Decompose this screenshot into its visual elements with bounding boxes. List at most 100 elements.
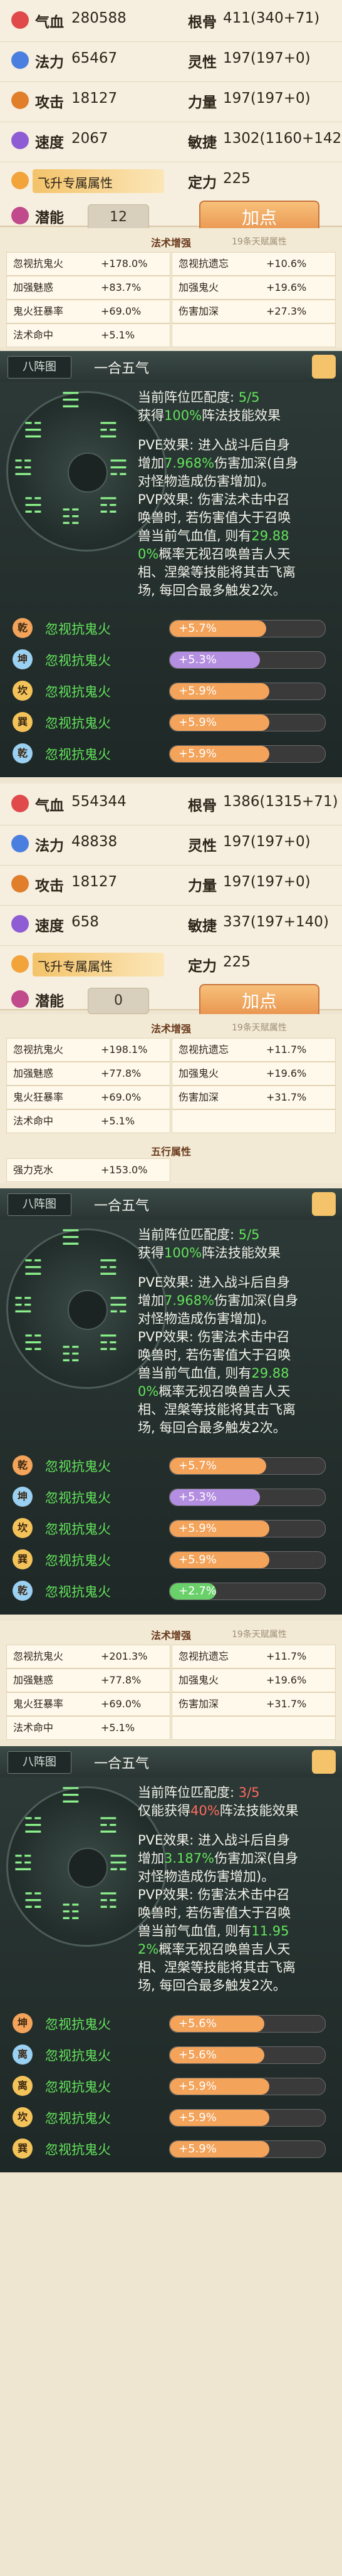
slot-attribute: 忽视抗鬼火 <box>45 2017 111 2032</box>
formation-effects: 当前阵位匹配度: 5/5 获得100%阵法技能效果 PVE效果: 进入战斗后自身 增加… <box>138 389 338 600</box>
formation-slot[interactable]: 离忽视抗鬼火 +5.6% <box>0 2041 342 2068</box>
pvp-line: 唤兽时, 若伤害值大于召唤 <box>138 1905 291 1920</box>
share-icon[interactable] <box>312 1750 336 1774</box>
stat-value: 554344 <box>71 793 127 810</box>
position-badge: 乾 <box>13 618 33 638</box>
formation-slot[interactable]: 坎忽视抗鬼火 +5.9% <box>0 677 342 704</box>
formation-name: 一合五气 <box>94 1756 150 1772</box>
pve-line: 对怪物造成伤害增加)。 <box>138 1869 275 1884</box>
slot-attribute: 忽视抗鬼火 <box>45 653 111 668</box>
formation-slot[interactable]: 乾忽视抗鬼火 +5.7% <box>0 1452 342 1479</box>
ascension-label: 飞升专属属性 <box>38 959 113 974</box>
position-badge: 坎 <box>13 1518 33 1538</box>
match-part: 当前阵位匹配度: <box>138 390 239 405</box>
boost-name: 法术命中 <box>13 1722 54 1734</box>
boost-cell <box>172 1109 336 1133</box>
position-badge: 巽 <box>13 1549 33 1569</box>
boost-name: 法术命中 <box>13 329 54 341</box>
trigram-icon: ☳ <box>13 1851 33 1876</box>
pvp-line: 2%概率无视召唤兽吉人天 <box>138 1940 338 1959</box>
boost-value: +198.1% <box>101 1044 148 1055</box>
trigram-icon: ☲ <box>98 1813 118 1838</box>
stat-label: 定力 <box>188 175 217 191</box>
boost-cell: 忽视抗遗忘 +11.7% <box>172 1645 336 1668</box>
match-line: 当前阵位匹配度: 5/5 <box>138 1226 338 1244</box>
share-icon[interactable] <box>312 1192 336 1216</box>
formation-slot[interactable]: 坎忽视抗鬼火 +5.9% <box>0 2103 342 2131</box>
boost-cell: 忽视抗遗忘 +11.7% <box>172 1038 336 1062</box>
formation-tab[interactable]: 八阵图 <box>8 356 71 379</box>
trigram-icon: ☱ <box>23 1255 43 1280</box>
pvp-part: 概率无视召唤兽吉人天 <box>158 547 291 562</box>
formation-slot[interactable]: 巽忽视抗鬼火 +5.9% <box>0 708 342 736</box>
heart-icon <box>11 795 29 812</box>
boost-cell: 忽视抗鬼火 +178.0% <box>6 252 170 276</box>
position-badge: 坤 <box>13 649 33 669</box>
slot-attribute: 忽视抗鬼火 <box>45 2048 111 2063</box>
match-line: 当前阵位匹配度: 3/5 <box>138 1784 338 1802</box>
boost-cell: 加强鬼火 +19.6% <box>172 276 336 300</box>
match-part: 当前阵位匹配度: <box>138 1785 239 1800</box>
slot-progress: +5.9% <box>169 2078 326 2095</box>
boost-value: +19.6% <box>266 281 307 293</box>
slot-progress: +5.7% <box>169 620 326 637</box>
pvp-line: PVP效果: 伤害法术击中召 <box>138 1329 290 1344</box>
slot-value: +5.9% <box>179 1522 217 1535</box>
stat-value: 337(197+140) <box>223 914 329 930</box>
pve-part: 伤害加深(自身 <box>214 456 299 471</box>
formation3-panel: 八阵图 一合五气 ☰ ☱ ☲ ☳ ☴ ☵ ☶ ☷ 当前阵位匹配度: 3/5 仅能获得40%阵法技能效果… <box>0 1746 342 2172</box>
effect-part: 阵法技能效果 <box>219 1803 299 1818</box>
dial-center <box>68 453 108 493</box>
potential-value: 0 <box>88 988 149 1014</box>
pvp-line: 场, 每回合最多触发2次。 <box>138 1420 286 1435</box>
formation-slot[interactable]: 乾忽视抗鬼火 +5.7% <box>0 614 342 642</box>
slot-attribute: 忽视抗鬼火 <box>45 1522 111 1537</box>
effect-part: 40% <box>190 1803 220 1818</box>
share-icon[interactable] <box>312 355 336 379</box>
boost-cell <box>172 323 336 347</box>
position-badge: 坎 <box>13 681 33 701</box>
match-part: 3/5 <box>238 1785 260 1800</box>
slot-attribute: 忽视抗鬼火 <box>45 2142 111 2157</box>
formation-effects: 当前阵位匹配度: 3/5 仅能获得40%阵法技能效果 PVE效果: 进入战斗后自身增… <box>138 1784 338 1995</box>
boost-cell: 法术命中 +5.1% <box>6 1716 170 1740</box>
slot-value: +5.6% <box>179 2048 217 2061</box>
pvp-line: 兽当前气血值, 则有29.88 <box>138 1364 338 1383</box>
slot-progress: +5.9% <box>169 2140 326 2158</box>
formation-slot[interactable]: 坤忽视抗鬼火 +5.3% <box>0 646 342 673</box>
trigram-icon: ☲ <box>98 1255 118 1280</box>
pve-line: 增加7.968%伤害加深(自身 <box>138 1292 338 1310</box>
pve-part: 伤害加深(自身 <box>214 1851 299 1866</box>
boost-value: +10.6% <box>266 258 307 270</box>
effect-part: 获得 <box>138 408 164 423</box>
formation-slot[interactable]: 坤忽视抗鬼火 +5.3% <box>0 1483 342 1511</box>
heart-icon <box>11 11 29 29</box>
formation-tab[interactable]: 八阵图 <box>8 1193 71 1216</box>
formation-slot[interactable]: 乾忽视抗鬼火 +5.9% <box>0 740 342 767</box>
boost-name: 忽视抗遗忘 <box>179 1650 229 1662</box>
pvp-part: 兽当前气血值, 则有 <box>138 1924 252 1939</box>
formation-slot[interactable]: 坎忽视抗鬼火 +5.9% <box>0 1514 342 1542</box>
position-badge: 巽 <box>13 2139 33 2159</box>
pvp-line: 场, 每回合最多触发2次。 <box>138 1978 286 1993</box>
formation-slot[interactable]: 坤忽视抗鬼火 +5.6% <box>0 2009 342 2037</box>
slot-progress: +5.9% <box>169 745 326 763</box>
stat-value: 658 <box>71 914 99 930</box>
formation-slot[interactable]: 离忽视抗鬼火 +5.9% <box>0 2072 342 2100</box>
formation-slot[interactable]: 巽忽视抗鬼火 +5.9% <box>0 2135 342 2162</box>
slot-attribute: 忽视抗鬼火 <box>45 684 111 699</box>
pvp-line: 0%概率无视召唤兽吉人天 <box>138 1383 338 1401</box>
formation-slot[interactable]: 乾忽视抗鬼火 +2.7% <box>0 1577 342 1605</box>
stat-label: 定力 <box>188 958 217 975</box>
formation-tab[interactable]: 八阵图 <box>8 1751 71 1774</box>
pvp-line: 场, 每回合最多触发2次。 <box>138 583 286 598</box>
match-part: 5/5 <box>238 1227 260 1242</box>
boost-value: +19.6% <box>266 1674 307 1686</box>
stat-value: 280588 <box>71 10 127 26</box>
formation-slot[interactable]: 巽忽视抗鬼火 +5.9% <box>0 1546 342 1573</box>
slot-value: +2.7% <box>179 1584 217 1598</box>
slot-progress: +5.7% <box>169 1457 326 1475</box>
potential-icon <box>11 207 29 224</box>
row-divider <box>0 945 342 946</box>
